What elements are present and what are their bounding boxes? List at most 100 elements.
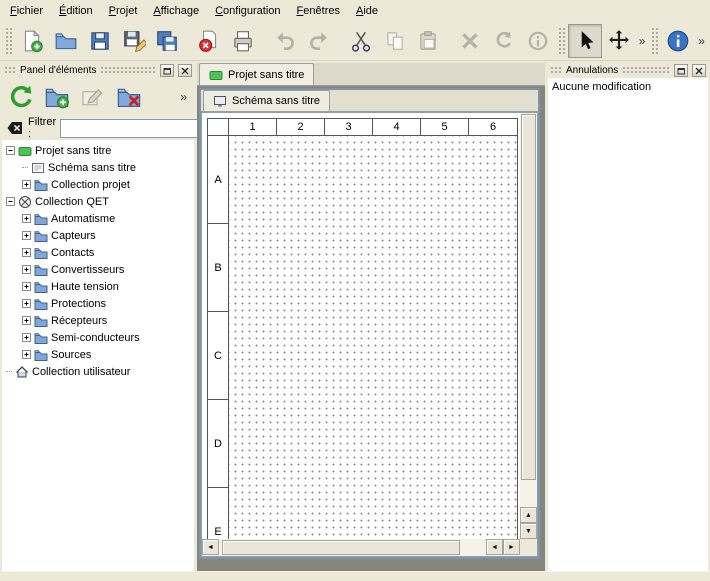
- rotate-button[interactable]: [487, 24, 521, 58]
- menu-aide[interactable]: Aide: [348, 2, 386, 20]
- grid-dots-area[interactable]: [229, 136, 517, 539]
- menu-edition[interactable]: Édition: [51, 2, 101, 20]
- project-tab[interactable]: Projet sans titre: [199, 63, 314, 85]
- menu-fichier[interactable]: Fichier: [2, 2, 51, 20]
- print-button[interactable]: [226, 24, 260, 58]
- tree-item[interactable]: Haute tension: [2, 278, 194, 295]
- folder-icon: [34, 212, 48, 226]
- expand-icon[interactable]: [22, 248, 31, 257]
- tree-item[interactable]: Semi-conducteurs: [2, 329, 194, 346]
- tree-item[interactable]: Projet sans titre: [2, 142, 194, 159]
- expand-icon[interactable]: [22, 282, 31, 291]
- schema-tab[interactable]: Schéma sans titre: [203, 90, 330, 111]
- element-info-button[interactable]: [521, 24, 555, 58]
- edit-element-button[interactable]: [78, 82, 108, 112]
- undo-icon: [273, 29, 297, 53]
- undo-panel-titlebar[interactable]: Annulations: [548, 63, 708, 78]
- tree-item[interactable]: Capteurs: [2, 227, 194, 244]
- tree-item[interactable]: Protections: [2, 295, 194, 312]
- scroll-right-button[interactable]: ►: [503, 539, 520, 555]
- clear-filter-button[interactable]: [6, 118, 24, 138]
- toolbar-drag-handle[interactable]: [651, 27, 658, 55]
- expand-icon[interactable]: [22, 316, 31, 325]
- expand-icon[interactable]: [22, 299, 31, 308]
- expand-icon[interactable]: [22, 180, 31, 189]
- tree-item[interactable]: Schéma sans titre: [2, 159, 194, 176]
- elements-panel-titlebar[interactable]: Panel d'éléments: [2, 63, 194, 78]
- panel-overflow-chevron[interactable]: »: [177, 90, 190, 104]
- horizontal-scroll-thumb[interactable]: [222, 540, 460, 555]
- scrollbar-corner: [520, 539, 537, 556]
- tree-item[interactable]: Automatisme: [2, 210, 194, 227]
- tree-item[interactable]: Récepteurs: [2, 312, 194, 329]
- diagram-view[interactable]: 123456 ABCDE ▲ ▼: [201, 112, 538, 557]
- reload-collections-button[interactable]: [6, 82, 36, 112]
- menu-configuration[interactable]: Configuration: [207, 2, 288, 20]
- scroll-down-button[interactable]: ▼: [520, 523, 537, 539]
- expand-icon[interactable]: [22, 350, 31, 359]
- expand-icon[interactable]: [22, 333, 31, 342]
- redo-icon: [307, 29, 331, 53]
- redo-button[interactable]: [302, 24, 336, 58]
- scroll-up-button[interactable]: ▲: [520, 507, 537, 523]
- vertical-scroll-thumb[interactable]: [521, 114, 536, 480]
- tree-item[interactable]: Collection utilisateur: [2, 363, 194, 380]
- horizontal-scroll-track[interactable]: [219, 539, 486, 556]
- copy-button[interactable]: [378, 24, 412, 58]
- delete-element-button[interactable]: [114, 82, 144, 112]
- select-tool-button[interactable]: [568, 24, 602, 58]
- folder-icon: [34, 246, 48, 260]
- float-panel-button[interactable]: [160, 64, 174, 77]
- menu-fenetres[interactable]: Fenêtres: [289, 2, 348, 20]
- save-as-button[interactable]: [117, 24, 151, 58]
- undo-button[interactable]: [268, 24, 302, 58]
- tree-item[interactable]: Sources: [2, 346, 194, 363]
- expand-icon[interactable]: [22, 231, 31, 240]
- collapse-icon[interactable]: [6, 146, 15, 155]
- tree-item[interactable]: Collection QET: [2, 193, 194, 210]
- move-tool-button[interactable]: [602, 24, 636, 58]
- scroll-left-button-2[interactable]: ◄: [486, 539, 503, 555]
- menu-affichage[interactable]: Affichage: [145, 2, 207, 20]
- diagram-canvas[interactable]: 123456 ABCDE: [202, 113, 520, 539]
- vertical-scrollbar[interactable]: ▲ ▼: [520, 113, 537, 539]
- folder-icon: [34, 229, 48, 243]
- filter-input[interactable]: [60, 119, 208, 138]
- move-arrows-icon: [607, 29, 631, 53]
- row-headers: ABCDE: [208, 136, 229, 539]
- tree-item[interactable]: Collection projet: [2, 176, 194, 193]
- undo-history-list[interactable]: Aucune modification: [548, 78, 708, 571]
- expand-icon[interactable]: [22, 265, 31, 274]
- tools-overflow-chevron[interactable]: »: [636, 34, 649, 48]
- tree-item-label: Récepteurs: [51, 315, 107, 327]
- toolbar-drag-handle[interactable]: [558, 27, 565, 55]
- expand-icon[interactable]: [22, 214, 31, 223]
- open-project-button[interactable]: [49, 24, 83, 58]
- cut-button[interactable]: [344, 24, 378, 58]
- save-all-button[interactable]: [150, 24, 184, 58]
- tree-item[interactable]: Convertisseurs: [2, 261, 194, 278]
- horizontal-scrollbar[interactable]: ◄ ◄ ►: [202, 539, 520, 556]
- save-as-icon: [122, 29, 146, 53]
- close-panel-button[interactable]: [178, 64, 192, 77]
- undo-empty-text: Aucune modification: [552, 81, 651, 93]
- tree-item-label: Projet sans titre: [35, 145, 111, 157]
- close-project-button[interactable]: [192, 24, 226, 58]
- new-element-button[interactable]: [42, 82, 72, 112]
- toolbar-drag-handle[interactable]: [5, 27, 12, 55]
- float-undo-panel-button[interactable]: [674, 64, 688, 77]
- paste-icon: [416, 29, 440, 53]
- close-undo-panel-button[interactable]: [692, 64, 706, 77]
- about-button[interactable]: [661, 24, 695, 58]
- new-project-button[interactable]: [15, 24, 49, 58]
- scroll-left-button[interactable]: ◄: [202, 539, 219, 555]
- save-button[interactable]: [83, 24, 117, 58]
- vertical-scroll-track[interactable]: [520, 113, 537, 507]
- help-overflow-chevron[interactable]: »: [695, 34, 708, 48]
- delete-button[interactable]: [453, 24, 487, 58]
- menu-projet[interactable]: Projet: [101, 2, 146, 20]
- paste-button[interactable]: [412, 24, 446, 58]
- undo-panel-title: Annulations: [566, 65, 618, 76]
- collapse-icon[interactable]: [6, 197, 15, 206]
- tree-item[interactable]: Contacts: [2, 244, 194, 261]
